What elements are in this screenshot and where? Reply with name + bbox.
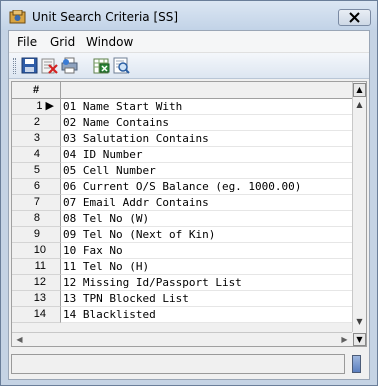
row-number[interactable]: 13	[12, 291, 61, 307]
row-number[interactable]: 11	[12, 259, 61, 275]
criteria-cell[interactable]: 02 Name Contains	[61, 115, 352, 131]
scroll-up-icon[interactable]: ▲	[353, 98, 366, 112]
table-row[interactable]: 3 03 Salutation Contains	[12, 131, 352, 147]
save-icon[interactable]	[21, 57, 38, 74]
menu-window[interactable]: Window	[86, 35, 133, 49]
close-button[interactable]	[338, 9, 371, 26]
table-row[interactable]: 14 14 Blacklisted	[12, 307, 352, 323]
delete-icon[interactable]	[41, 57, 58, 74]
vertical-scrollbar[interactable]: ▲ ▼	[352, 82, 366, 332]
first-record-icon[interactable]: ▲	[353, 83, 366, 97]
client-area: File Grid Window # 1 ▶ 01 Name Start Wit…	[8, 30, 370, 380]
row-number[interactable]: 5	[12, 163, 61, 179]
table-row[interactable]: 5 05 Cell Number	[12, 163, 352, 179]
row-number[interactable]: 4	[12, 147, 61, 163]
app-icon	[9, 10, 26, 24]
table-row[interactable]: 2 02 Name Contains	[12, 115, 352, 131]
last-record-icon[interactable]: ▼	[353, 333, 366, 346]
table-row[interactable]: 10 10 Fax No	[12, 243, 352, 259]
table-row[interactable]: 1 ▶ 01 Name Start With	[12, 99, 352, 115]
row-number[interactable]: 3	[12, 131, 61, 147]
criteria-cell[interactable]: 08 Tel No (W)	[61, 211, 352, 227]
status-field	[11, 354, 345, 374]
window: Unit Search Criteria [SS] File Grid Wind…	[0, 0, 378, 386]
table-row[interactable]: 9 09 Tel No (Next of Kin)	[12, 227, 352, 243]
row-number[interactable]: 12	[12, 275, 61, 291]
table-row[interactable]: 4 04 ID Number	[12, 147, 352, 163]
criteria-cell[interactable]: 10 Fax No	[61, 243, 352, 259]
scroll-left-icon[interactable]: ◀	[13, 333, 26, 346]
table-row[interactable]: 8 08 Tel No (W)	[12, 211, 352, 227]
criteria-cell[interactable]: 03 Salutation Contains	[61, 131, 352, 147]
status-indicator	[352, 355, 361, 373]
print-icon[interactable]	[61, 57, 78, 74]
criteria-cell[interactable]: 09 Tel No (Next of Kin)	[61, 227, 352, 243]
title-bar[interactable]: Unit Search Criteria [SS]	[1, 1, 377, 30]
criteria-cell[interactable]: 01 Name Start With	[61, 99, 352, 115]
row-number[interactable]: 10	[12, 243, 61, 259]
export-excel-icon[interactable]	[93, 57, 110, 74]
criteria-cell[interactable]: 05 Cell Number	[61, 163, 352, 179]
menu-file[interactable]: File	[17, 35, 37, 49]
row-number[interactable]: 14	[12, 307, 61, 323]
horizontal-scrollbar[interactable]: ◀ ▶	[12, 332, 352, 346]
current-row-marker: ▶	[45, 100, 54, 112]
table-row[interactable]: 7 07 Email Addr Contains	[12, 195, 352, 211]
status-bar	[9, 351, 369, 379]
menu-bar: File Grid Window	[9, 31, 369, 53]
row-number[interactable]: 8	[12, 211, 61, 227]
criteria-cell[interactable]: 14 Blacklisted	[61, 307, 352, 323]
toolbar-grip[interactable]	[13, 58, 16, 74]
scroll-down-icon[interactable]: ▼	[353, 315, 366, 329]
table-row[interactable]: 6 06 Current O/S Balance (eg. 1000.00)	[12, 179, 352, 195]
criteria-cell[interactable]: 11 Tel No (H)	[61, 259, 352, 275]
preview-icon[interactable]	[113, 57, 130, 74]
criteria-cell[interactable]: 06 Current O/S Balance (eg. 1000.00)	[61, 179, 352, 195]
table-row[interactable]: 11 11 Tel No (H)	[12, 259, 352, 275]
row-number[interactable]: 2	[12, 115, 61, 131]
grid-corner-header: #	[12, 82, 61, 99]
row-number[interactable]: 7	[12, 195, 61, 211]
scroll-right-icon[interactable]: ▶	[338, 333, 351, 346]
grid-column-header[interactable]	[61, 82, 352, 99]
row-number[interactable]: 6	[12, 179, 61, 195]
criteria-cell[interactable]: 13 TPN Blocked List	[61, 291, 352, 307]
criteria-cell[interactable]: 07 Email Addr Contains	[61, 195, 352, 211]
table-row[interactable]: 12 12 Missing Id/Passport List	[12, 275, 352, 291]
row-number[interactable]: 9	[12, 227, 61, 243]
row-number[interactable]: 1 ▶	[12, 99, 61, 115]
close-icon	[349, 12, 360, 23]
table-row[interactable]: 13 13 TPN Blocked List	[12, 291, 352, 307]
criteria-cell[interactable]: 04 ID Number	[61, 147, 352, 163]
criteria-grid[interactable]: # 1 ▶ 01 Name Start With 2 02 Name Conta…	[11, 81, 367, 347]
criteria-cell[interactable]: 12 Missing Id/Passport List	[61, 275, 352, 291]
window-title: Unit Search Criteria [SS]	[32, 10, 179, 24]
toolbar	[9, 53, 369, 79]
menu-grid[interactable]: Grid	[50, 35, 75, 49]
